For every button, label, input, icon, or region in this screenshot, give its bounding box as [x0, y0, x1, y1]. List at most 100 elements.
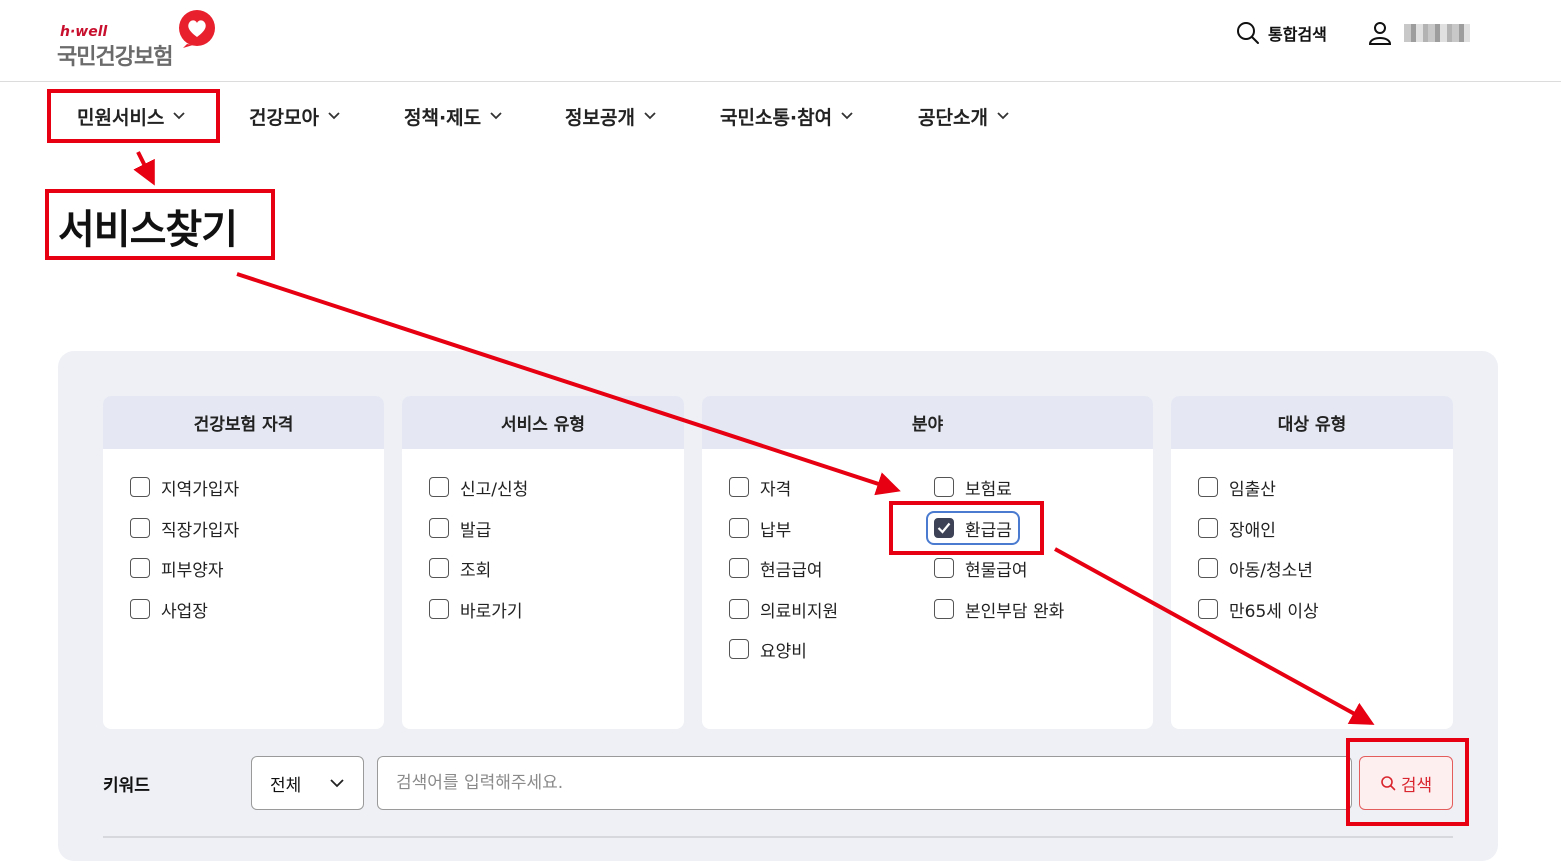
chevron-down-icon: [643, 111, 657, 121]
checkbox-label: 납부: [760, 520, 792, 541]
checkbox[interactable]: [429, 477, 449, 497]
keyword-label: 키워드: [103, 776, 150, 796]
checkbox[interactable]: [130, 558, 150, 578]
checkbox-label: 직장가입자: [161, 520, 240, 541]
checkbox-label: 자격: [760, 479, 792, 500]
chevron-down-icon: [996, 111, 1010, 121]
nav-item-health-moa[interactable]: 건강모아: [249, 102, 341, 130]
arrow-nav-to-title: [133, 151, 155, 186]
search-icon: [1237, 22, 1259, 44]
checkbox-option[interactable]: 피부양자: [130, 556, 224, 581]
category-title: 분야: [702, 396, 1153, 449]
keyword-scope-select[interactable]: 전체: [251, 756, 364, 810]
nav-item-label: 건강모아: [249, 106, 319, 129]
nav-item-label: 국민소통·참여: [720, 106, 833, 129]
checkbox-label: 조회: [460, 560, 492, 581]
checkbox-option[interactable]: 아동/청소년: [1198, 556, 1313, 581]
search-button-label: 검색: [1400, 775, 1433, 796]
search-button[interactable]: 검색: [1359, 756, 1453, 810]
checkbox-label: 피부양자: [161, 560, 224, 581]
checkbox[interactable]: [429, 558, 449, 578]
checkbox-label: 임출산: [1229, 479, 1276, 500]
checkbox-option[interactable]: 자격: [729, 475, 792, 500]
checkbox-label: 지역가입자: [161, 479, 240, 500]
nhis-logo[interactable]: h·well 국민건강보험: [57, 10, 222, 70]
checkbox-label: 의료비지원: [760, 601, 839, 622]
integrated-search-label: 통합검색: [1268, 25, 1327, 44]
logo-title: 국민건강보험: [57, 45, 173, 70]
checkbox-label: 현물급여: [965, 560, 1028, 581]
checkbox-option[interactable]: 조회: [429, 556, 492, 581]
checkbox[interactable]: [729, 558, 749, 578]
checkbox-option[interactable]: 만65세 이상: [1198, 597, 1319, 622]
checkbox[interactable]: [130, 599, 150, 619]
checkbox-option[interactable]: 보험료: [934, 475, 1012, 500]
checkbox[interactable]: [729, 477, 749, 497]
user-icon: [1368, 22, 1392, 45]
chevron-down-icon: [840, 111, 854, 121]
checkbox-label: 본인부담 완화: [965, 601, 1065, 622]
select-value: 전체: [270, 775, 302, 796]
checkbox-option[interactable]: 임출산: [1198, 475, 1276, 500]
logo-subtitle: h·well: [60, 24, 108, 40]
site-header: h·well 국민건강보험 통합검색: [0, 0, 1561, 82]
checkbox-option[interactable]: 발급: [429, 516, 491, 541]
checkbox-option[interactable]: 의료비지원: [729, 597, 839, 622]
search-icon: [1380, 775, 1396, 791]
checkbox[interactable]: [130, 518, 150, 538]
checkbox[interactable]: [729, 599, 749, 619]
checkbox[interactable]: [1198, 599, 1218, 619]
checkbox[interactable]: [1198, 477, 1218, 497]
category-title: 대상 유형: [1171, 396, 1453, 449]
checkbox-label: 장애인: [1229, 520, 1276, 541]
checkbox-label: 요양비: [760, 641, 807, 662]
nav-item-label: 정보공개: [565, 106, 635, 129]
checkbox[interactable]: [429, 599, 449, 619]
checkbox[interactable]: [729, 518, 749, 538]
nav-item-label: 공단소개: [918, 106, 988, 129]
integrated-search-button[interactable]: 통합검색: [1236, 20, 1327, 46]
checkbox[interactable]: [729, 639, 749, 659]
checkbox-label: 아동/청소년: [1229, 560, 1313, 581]
checkbox-option[interactable]: 본인부담 완화: [934, 597, 1065, 622]
checkbox-option[interactable]: 장애인: [1198, 516, 1276, 541]
checkbox-checked[interactable]: [934, 518, 954, 538]
checkbox-option[interactable]: 직장가입자: [130, 516, 240, 541]
checkbox[interactable]: [1198, 558, 1218, 578]
nav-item-about[interactable]: 공단소개: [918, 102, 1010, 130]
checkbox-option-refund[interactable]: 환급금: [926, 511, 1020, 545]
checkbox-option[interactable]: 사업장: [130, 597, 208, 622]
user-name-redacted: [1404, 24, 1470, 42]
nav-item-label: 정책·제도: [404, 106, 482, 129]
checkmark-icon: [937, 522, 951, 534]
user-account-button[interactable]: [1368, 20, 1470, 46]
checkbox-label: 보험료: [965, 479, 1012, 500]
category-title: 서비스 유형: [402, 396, 684, 449]
checkbox-option[interactable]: 요양비: [729, 637, 807, 662]
keyword-search-input[interactable]: [377, 756, 1352, 810]
heart-icon: [179, 10, 215, 48]
checkbox-label: 바로가기: [460, 601, 523, 622]
nav-item-policy[interactable]: 정책·제도: [404, 102, 503, 130]
page-title: 서비스찾기: [58, 207, 238, 253]
checkbox[interactable]: [934, 477, 954, 497]
main-navigation: 민원서비스 건강모아 정책·제도 정보공개 국민소통·참여 공단소개: [0, 82, 1561, 150]
checkbox-option[interactable]: 지역가입자: [130, 475, 240, 500]
checkbox-option[interactable]: 신고/신청: [429, 475, 529, 500]
checkbox[interactable]: [934, 599, 954, 619]
checkbox-option[interactable]: 현물급여: [934, 556, 1028, 581]
checkbox-option[interactable]: 납부: [729, 516, 792, 541]
checkbox[interactable]: [130, 477, 150, 497]
checkbox-label: 현금급여: [760, 560, 823, 581]
nav-item-civil-service[interactable]: 민원서비스: [77, 102, 186, 130]
chevron-down-icon: [489, 111, 503, 121]
checkbox[interactable]: [1198, 518, 1218, 538]
nav-item-disclosure[interactable]: 정보공개: [565, 102, 657, 130]
checkbox-option[interactable]: 현금급여: [729, 556, 823, 581]
checkbox-label: 만65세 이상: [1229, 601, 1319, 622]
checkbox-option[interactable]: 바로가기: [429, 597, 523, 622]
checkbox[interactable]: [429, 518, 449, 538]
nav-item-participation[interactable]: 국민소통·참여: [720, 102, 854, 130]
checkbox[interactable]: [934, 558, 954, 578]
checkbox-label: 신고/신청: [460, 479, 529, 500]
